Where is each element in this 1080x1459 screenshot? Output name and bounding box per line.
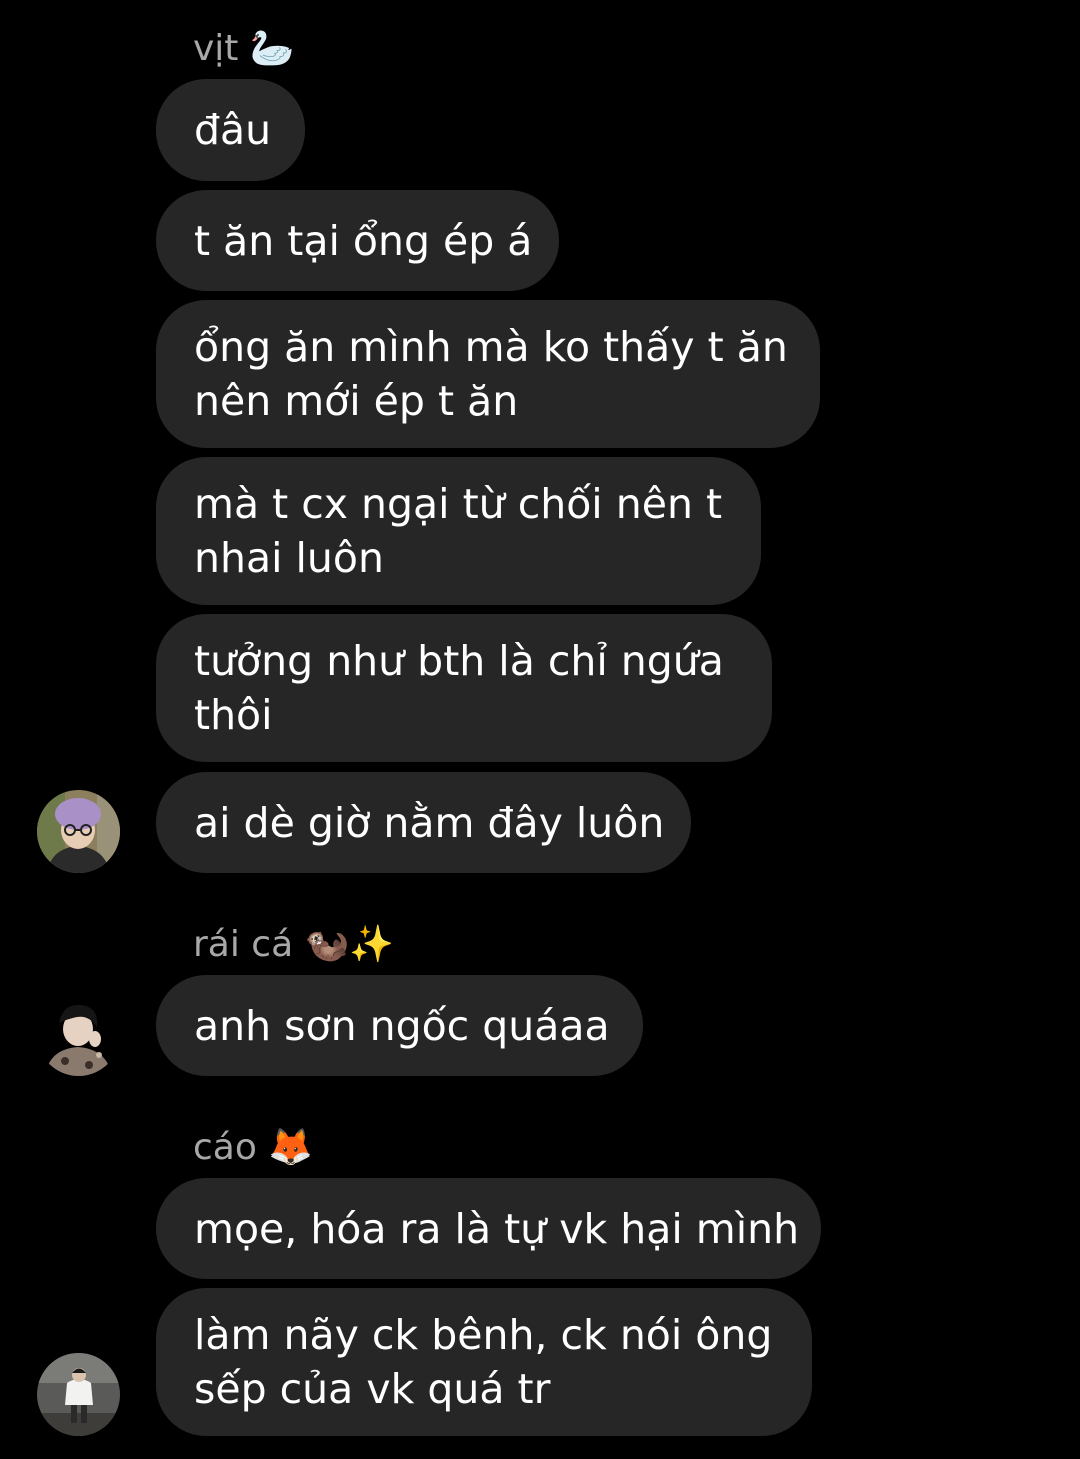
sender-avatar-cao[interactable] xyxy=(37,1353,120,1436)
sender-name-rai-ca: rái cá 🦦✨ xyxy=(193,924,395,965)
message-bubble[interactable]: ổng ăn mình mà ko thấy t ăn nên mới ép t… xyxy=(156,300,820,448)
message-text-line-2: thôi xyxy=(194,691,273,739)
message-text-line-1: mà t cx ngại từ chối nên t xyxy=(194,480,723,528)
sender-name-vit: vịt 🦢 xyxy=(193,28,295,69)
message-bubble[interactable]: mọe, hóa ra là tự vk hại mình xyxy=(156,1178,821,1279)
message-bubble[interactable]: ai dè giờ nằm đây luôn xyxy=(156,772,691,873)
message-text-line-1: ổng ăn mình mà ko thấy t ăn xyxy=(194,323,788,371)
message-text-line-2: nên mới ép t ăn xyxy=(194,377,519,425)
message-bubble[interactable]: tưởng như bth là chỉ ngứa thôi xyxy=(156,614,772,762)
message-bubble[interactable]: đâu xyxy=(156,79,305,181)
message-bubble[interactable]: anh sơn ngốc quáaa xyxy=(156,975,643,1076)
message-bubble[interactable]: t ăn tại ổng ép á xyxy=(156,190,559,291)
message-text-line-1: tưởng như bth là chỉ ngứa xyxy=(194,637,724,685)
message-text: ai dè giờ nằm đây luôn xyxy=(194,798,665,847)
message-bubble[interactable]: làm nãy ck bênh, ck nói ông sếp của vk q… xyxy=(156,1288,812,1436)
message-text: đâu xyxy=(194,106,272,154)
message-bubble[interactable]: mà t cx ngại từ chối nên t nhai luôn xyxy=(156,457,761,605)
message-text: anh sơn ngốc quáaa xyxy=(194,1001,610,1050)
message-text-line-2: sếp của vk quá tr xyxy=(194,1365,551,1413)
message-text: mọe, hóa ra là tự vk hại mình xyxy=(194,1204,800,1253)
message-text: t ăn tại ổng ép á xyxy=(194,216,533,265)
avatar-dark-hair-patterned-shirt-icon xyxy=(37,993,120,1076)
avatar-standing-white-jacket-icon xyxy=(37,1353,120,1436)
sender-name-cao: cáo 🦊 xyxy=(193,1127,314,1168)
avatar-purple-beanie-icon xyxy=(37,790,120,873)
sender-avatar-rai-ca[interactable] xyxy=(37,993,120,1076)
sender-avatar-vit[interactable] xyxy=(37,790,120,873)
message-text-line-2: nhai luôn xyxy=(194,534,384,582)
message-text-line-1: làm nãy ck bênh, ck nói ông xyxy=(194,1311,773,1359)
